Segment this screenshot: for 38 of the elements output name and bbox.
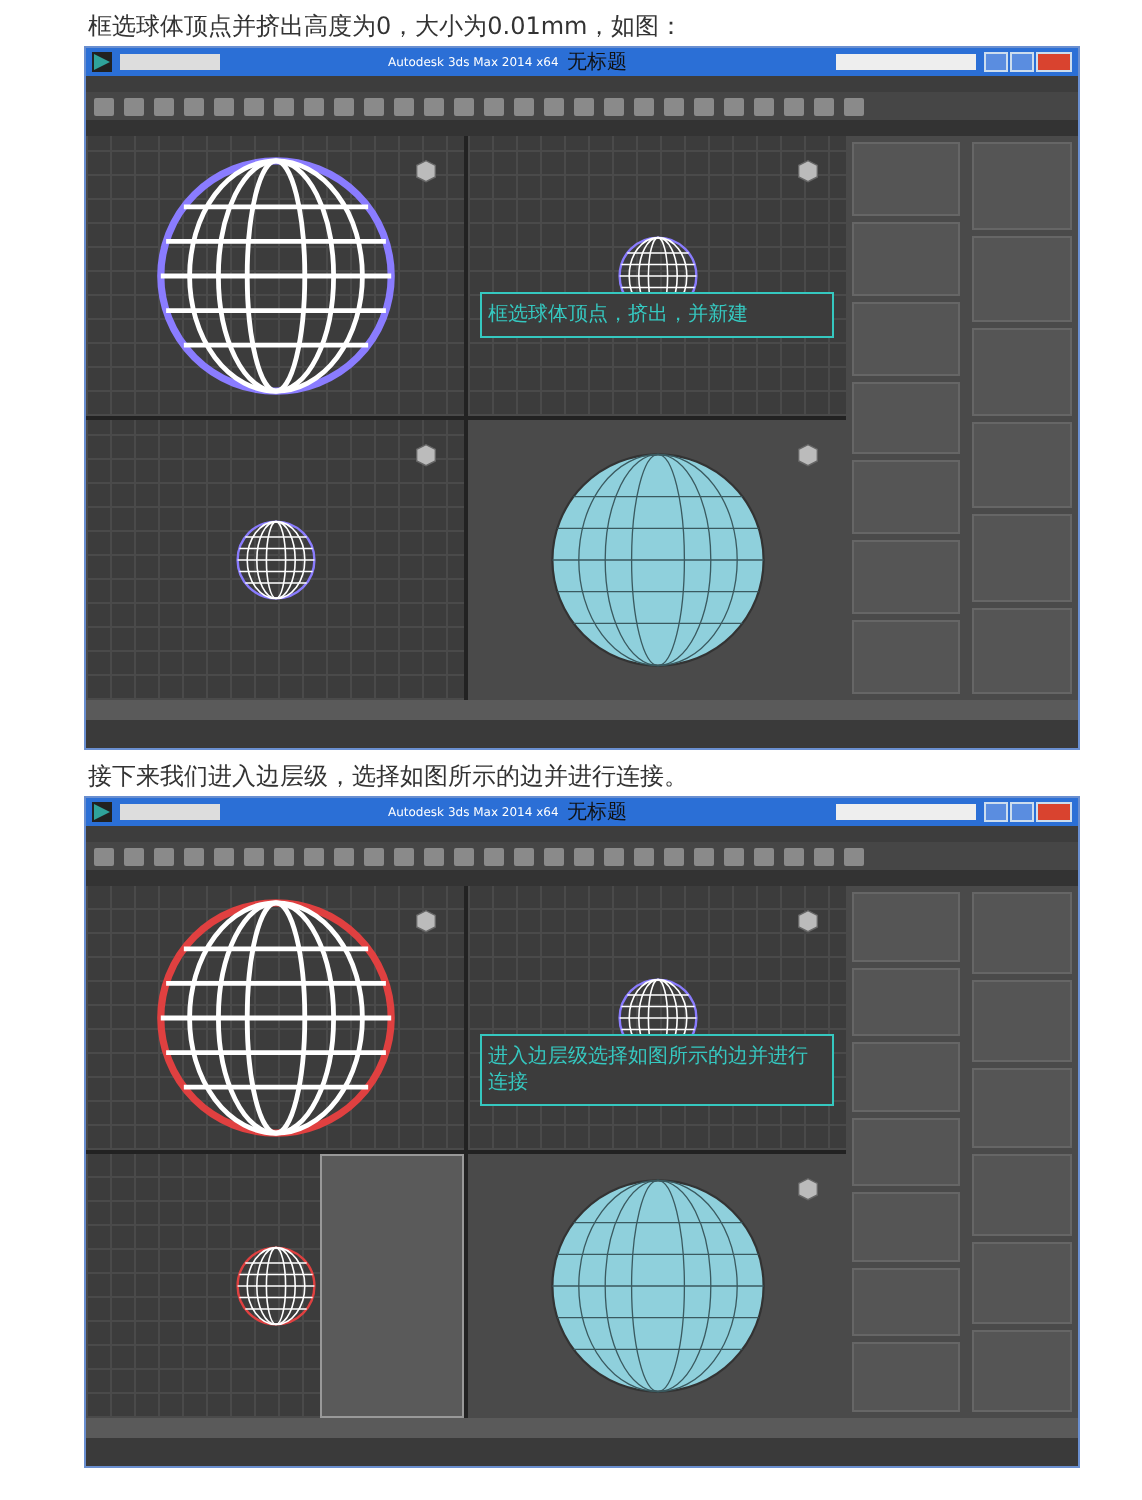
wireframe-sphere-drawing [235, 520, 315, 600]
annotation-text: 框选球体顶点，挤出，并新建 [480, 292, 834, 339]
rollout-panel[interactable] [852, 381, 960, 455]
viewcube-icon[interactable] [794, 156, 822, 184]
maximize-button[interactable] [1010, 802, 1034, 822]
viewport-panel[interactable] [468, 420, 846, 700]
search-field[interactable] [836, 804, 976, 820]
maximize-button[interactable] [1010, 52, 1034, 72]
minimize-button[interactable] [984, 52, 1008, 72]
app-logo-icon [92, 802, 112, 822]
workspace-field[interactable] [120, 54, 220, 70]
search-field[interactable] [836, 54, 976, 70]
rollout-panel[interactable] [972, 1067, 1072, 1149]
close-button[interactable] [1036, 52, 1072, 72]
rollout-panel[interactable] [852, 967, 960, 1037]
viewport-panel[interactable] [86, 136, 464, 416]
viewcube-icon[interactable] [412, 906, 440, 934]
viewport-panel[interactable] [86, 886, 464, 1150]
close-button[interactable] [1036, 802, 1072, 822]
viewport-panel[interactable]: 框选球体顶点，挤出，并新建 [468, 136, 846, 416]
rollout-panel[interactable] [852, 1117, 960, 1187]
viewcube-icon[interactable] [412, 156, 440, 184]
viewport-panel[interactable]: 进入边层级选择如图所示的边并进行连接 [468, 886, 846, 1150]
viewcube-icon[interactable] [794, 906, 822, 934]
document-title: 无标题 [566, 49, 627, 76]
minimize-button[interactable] [984, 802, 1008, 822]
viewport-panel[interactable] [468, 1154, 846, 1418]
wireframe-sphere-drawing [235, 1246, 315, 1326]
viewcube-icon[interactable] [412, 440, 440, 468]
caption-text: 接下来我们进入边层级，选择如图所示的边并进行连接。 [86, 760, 690, 794]
document-title: 无标题 [566, 799, 627, 826]
viewcube-icon[interactable] [794, 440, 822, 468]
viewcube-icon[interactable] [794, 1174, 822, 1202]
caption-text: 框选球体顶点并挤出高度为0，大小为0.01mm，如图： [86, 10, 686, 44]
app-logo-icon [92, 52, 112, 72]
rollout-panel[interactable] [852, 1267, 960, 1337]
workspace-field[interactable] [120, 804, 220, 820]
annotation-text: 进入边层级选择如图所示的边并进行连接 [480, 1033, 834, 1106]
